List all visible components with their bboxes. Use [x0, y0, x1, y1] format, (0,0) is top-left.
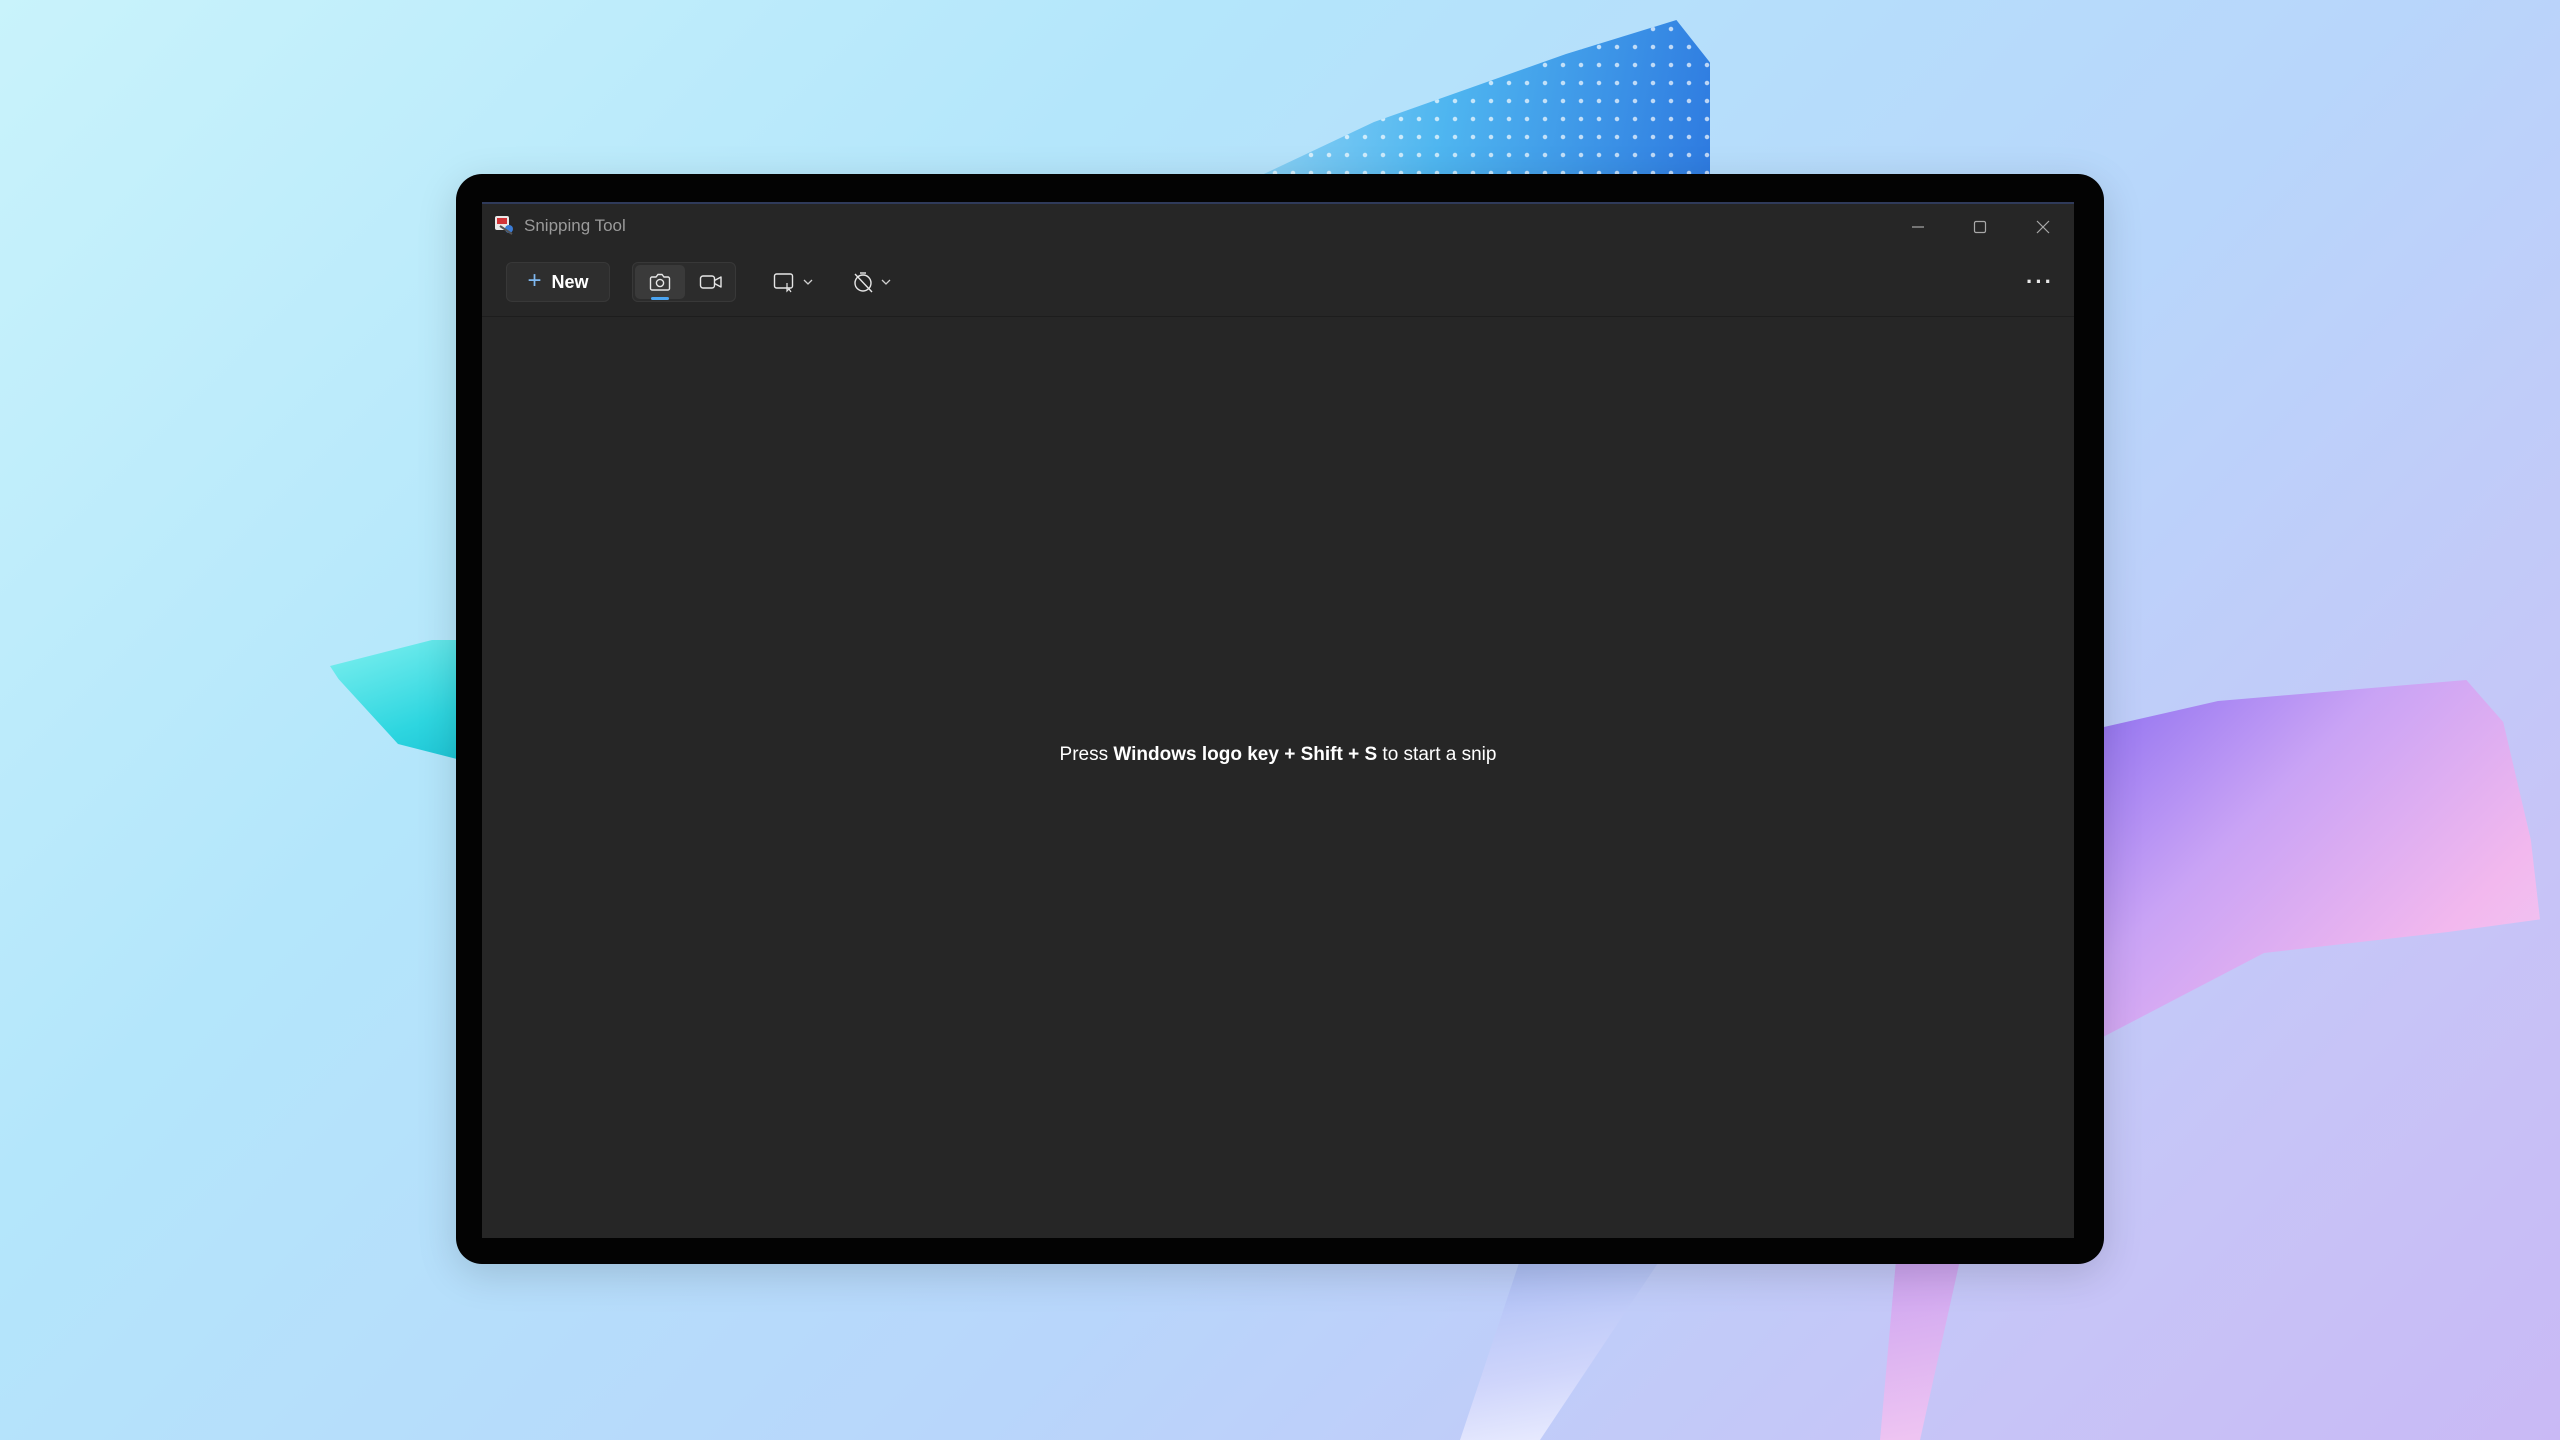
snipping-tool-app-icon	[494, 214, 516, 236]
close-icon	[2036, 220, 2050, 234]
maximize-icon	[1973, 220, 1987, 234]
close-button[interactable]	[2012, 204, 2074, 250]
chevron-down-icon	[881, 279, 891, 285]
selected-mode-indicator	[651, 297, 669, 300]
snip-delay-dropdown[interactable]	[842, 264, 900, 300]
rectangle-snip-icon	[773, 273, 794, 293]
snip-mode-toggle	[632, 262, 736, 302]
maximize-button[interactable]	[1949, 204, 2011, 250]
wallpaper-ribbon-lavender	[1460, 1260, 1660, 1440]
wallpaper-ribbon-purple	[2080, 680, 2540, 1037]
chevron-down-icon	[803, 279, 813, 285]
start-snip-hint: Press Windows logo key + Shift + S to st…	[482, 744, 2074, 766]
wallpaper-ribbon-blue	[1230, 20, 1710, 190]
minimize-icon	[1912, 226, 1924, 228]
video-camera-icon	[699, 275, 722, 289]
new-snip-button[interactable]: + New	[506, 262, 610, 302]
new-button-label: New	[551, 271, 589, 292]
hint-keys: Windows logo key + Shift + S	[1113, 744, 1378, 765]
wallpaper-ribbon-pink	[1880, 1260, 1960, 1440]
plus-icon: +	[527, 267, 542, 294]
more-options-icon: ···	[2026, 269, 2054, 294]
hint-suffix: to start a snip	[1377, 744, 1497, 765]
desktop-background: Snipping Tool + New ··· Press Windows lo…	[0, 0, 2560, 1440]
window-title: Snipping Tool	[524, 216, 626, 235]
hint-prefix: Press	[1059, 744, 1114, 765]
toolbar: + New ···	[482, 250, 2074, 317]
camera-icon	[649, 273, 671, 291]
title-bar[interactable]: Snipping Tool	[482, 204, 2074, 250]
snip-shape-dropdown[interactable]	[764, 264, 822, 300]
minimize-button[interactable]	[1887, 204, 1949, 250]
snip-video-mode-button[interactable]	[687, 265, 735, 299]
snipping-tool-window: Snipping Tool + New ··· Press Windows lo…	[482, 202, 2074, 1238]
more-options-button[interactable]: ···	[2018, 264, 2062, 300]
no-delay-timer-icon	[854, 272, 873, 293]
snip-photo-mode-button[interactable]	[635, 265, 685, 300]
device-frame: Snipping Tool + New ··· Press Windows lo…	[456, 174, 2104, 1264]
